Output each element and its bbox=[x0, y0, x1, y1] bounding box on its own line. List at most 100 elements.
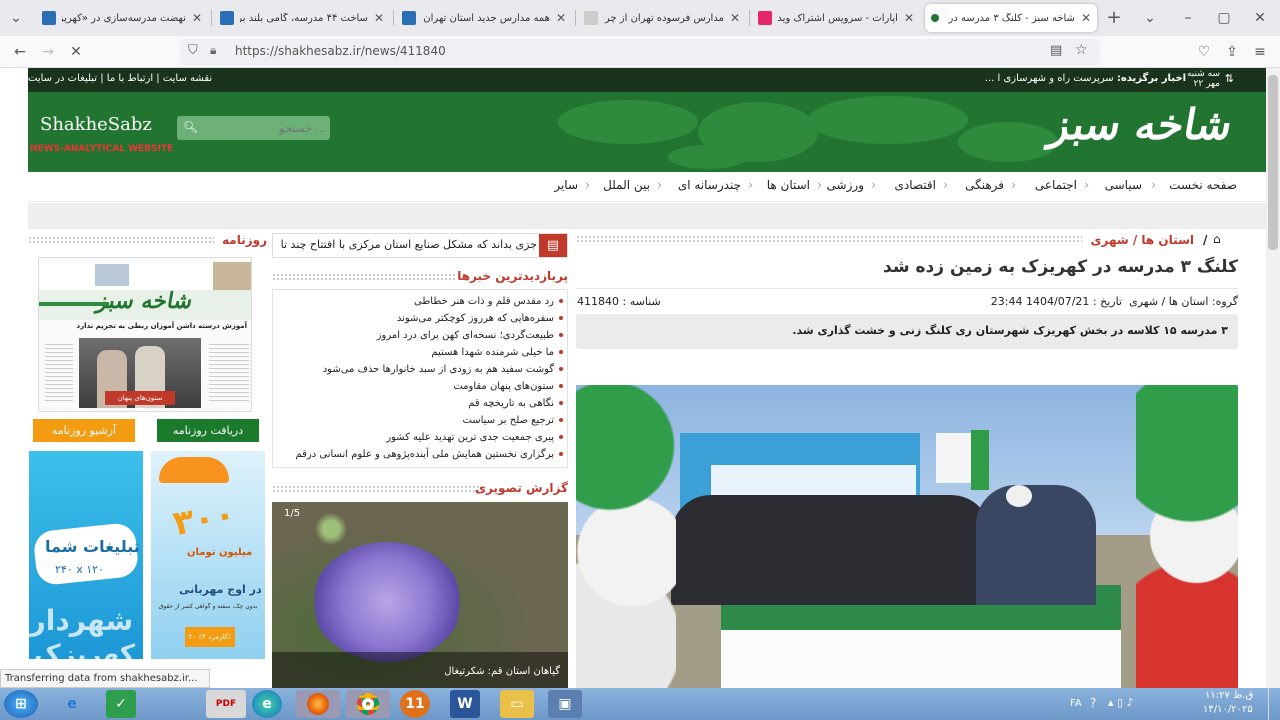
clock-time[interactable]: ق.ظ ۱۱:۲۷ bbox=[1205, 690, 1253, 701]
app-11-icon[interactable]: 11 bbox=[400, 690, 430, 718]
most-viewed-item[interactable]: گوشت سفید هم به زودی از سبد خانوارها حذف… bbox=[323, 364, 563, 375]
firefox-icon[interactable] bbox=[296, 690, 340, 718]
divider bbox=[272, 485, 482, 493]
remote-desktop-icon[interactable]: ▣ bbox=[548, 690, 582, 718]
tab-1[interactable]: نهضت مدرسه‌سازی در «کهریزک» ✕ bbox=[36, 4, 208, 32]
most-viewed-item[interactable]: ترجیع صلح بر سیاست bbox=[462, 415, 563, 426]
chrome-icon[interactable] bbox=[346, 690, 390, 718]
most-viewed-item[interactable]: سفره‌هایی که هرروز کوچکتر می‌شوند bbox=[397, 313, 563, 324]
show-desktop-button[interactable] bbox=[1268, 688, 1280, 720]
word-icon[interactable]: W bbox=[450, 690, 480, 718]
most-viewed-item[interactable]: نگاهی به تاریخچه قم bbox=[468, 398, 563, 409]
url-text[interactable]: https://shakhesabz.ir/news/411840 bbox=[235, 44, 446, 58]
close-tab-icon[interactable]: ✕ bbox=[904, 11, 914, 25]
tab-3[interactable]: همه مدارس جدید استان تهران با پنل ✕ bbox=[396, 4, 572, 32]
most-viewed-item[interactable]: ستون‌های پنهان مقاومت bbox=[453, 381, 563, 392]
site-favicon-icon bbox=[220, 11, 234, 25]
bookmark-star-icon[interactable]: ☆ bbox=[1075, 42, 1088, 58]
nav-other[interactable]: سایر bbox=[554, 178, 578, 192]
gallery-caption[interactable]: گیاهان استان قم: شکرتیغال bbox=[444, 666, 560, 677]
most-viewed-item[interactable]: پیری جمعیت جدی ترین تهدید علیه کشور bbox=[386, 432, 563, 443]
clock-date[interactable]: ۱۴/۱۰/۲۰۲۵ bbox=[1203, 704, 1253, 715]
ad-badge: کارمزد ۴٪ ۲۰٪ bbox=[185, 627, 235, 647]
tray-icons[interactable]: ▴ ▯ ♪ bbox=[1108, 696, 1134, 709]
search-icon[interactable]: 🔍︎ bbox=[183, 120, 198, 134]
newspaper-title: روزنامه bbox=[222, 233, 267, 247]
tab-list-icon[interactable]: ⌄ bbox=[6, 8, 26, 28]
tab-title: نهضت مدرسه‌سازی در «کهریزک» bbox=[62, 12, 186, 24]
close-tab-icon[interactable]: ✕ bbox=[556, 11, 566, 25]
tab-title: ساخت ۴۴ مدرسه، گامی بلند برای bbox=[240, 12, 368, 24]
top-links[interactable]: نقشه سایت | ارتباط با ما | تبلیغات در سا… bbox=[28, 73, 212, 84]
most-viewed-item[interactable]: رد مقدس قلم و ذات هنر خطاطی bbox=[414, 296, 563, 307]
newspaper-front-page[interactable]: شاخه سبز آموزش درسته داشن آموزان ربطی به… bbox=[38, 257, 252, 412]
grey-band bbox=[28, 203, 1266, 229]
most-viewed-item[interactable]: برگزاری نخستین همایش ملی آینده‌پژوهی و ع… bbox=[295, 449, 563, 460]
nav-multimedia[interactable]: چندرسانه ای bbox=[678, 178, 741, 192]
headline-ticker[interactable]: اخبار برگزیده: سرپرست راه و شهرسازی ا ..… bbox=[985, 73, 1186, 84]
forward-icon[interactable]: → bbox=[38, 42, 58, 62]
close-tab-icon[interactable]: ✕ bbox=[192, 11, 202, 25]
home-icon[interactable]: ⌂ bbox=[1213, 232, 1221, 246]
url-host: https://shakhesabz.ir bbox=[235, 44, 361, 58]
shield-icon[interactable]: ⛉ bbox=[188, 43, 198, 58]
ticker-label: اخبار برگزیده: bbox=[1116, 73, 1186, 84]
divider bbox=[576, 235, 1082, 243]
search-box[interactable]: 🔍︎ bbox=[177, 116, 330, 140]
tab-6-active[interactable]: شاخه سبز - کلنگ ۳ مدرسه در کهر ✕ bbox=[925, 4, 1097, 32]
language-indicator[interactable]: FA bbox=[1070, 698, 1082, 709]
nav-social[interactable]: اجتماعی bbox=[1035, 178, 1077, 192]
menu-icon[interactable]: ≡ bbox=[1250, 42, 1270, 62]
close-window-icon[interactable]: ✕ bbox=[1250, 8, 1270, 28]
lock-icon[interactable]: 🔒︎ bbox=[210, 43, 216, 58]
tab-title: مدارس فرسوده تهران از چرخه آموز bbox=[604, 12, 724, 24]
ticker-text[interactable]: جزی بداند که مشکل صنایع استان مرکزی با ا… bbox=[277, 238, 537, 251]
defender-icon[interactable]: ✓ bbox=[106, 690, 136, 718]
edge-icon[interactable]: e bbox=[252, 690, 282, 718]
help-icon[interactable]: ? bbox=[1090, 696, 1096, 710]
news-ticker[interactable]: جزی بداند که مشکل صنایع استان مرکزی با ا… bbox=[272, 233, 568, 258]
ad-subtitle: در اوج مهربانی bbox=[179, 583, 262, 596]
minimize-icon[interactable]: – bbox=[1178, 8, 1198, 28]
reader-view-icon[interactable]: ▤ bbox=[1050, 43, 1062, 58]
tab-5[interactable]: آپارات - سرویس اشتراک ویدیو ✕ bbox=[752, 4, 920, 32]
new-tab-button[interactable]: + bbox=[1104, 8, 1124, 28]
tab-4[interactable]: مدارس فرسوده تهران از چرخه آموز ✕ bbox=[578, 4, 746, 32]
most-viewed-item[interactable]: طبیعت‌گردی؛ نسخه‌ای کهن برای درد امروز bbox=[377, 330, 563, 341]
site-logo[interactable]: شاخه سبز bbox=[1046, 100, 1237, 149]
nav-politics[interactable]: سیاسی bbox=[1105, 178, 1142, 192]
tab-overflow-icon[interactable]: ⌄ bbox=[1140, 8, 1160, 28]
brand-english[interactable]: ShakheSabz bbox=[40, 114, 152, 135]
maximize-icon[interactable]: ▢ bbox=[1214, 8, 1234, 28]
article-group: گروه: استان ها / شهری bbox=[1129, 295, 1238, 308]
explorer-icon[interactable]: ▭ bbox=[500, 690, 534, 718]
nav-sports[interactable]: ورزشی bbox=[827, 178, 864, 192]
nav-culture[interactable]: فرهنگی bbox=[965, 178, 1004, 192]
newspaper-archive-button[interactable]: آرشیو روزنامه bbox=[33, 419, 135, 442]
start-button[interactable]: ⊞ bbox=[4, 690, 38, 718]
search-input[interactable] bbox=[201, 118, 326, 138]
pocket-icon[interactable]: ♡ bbox=[1194, 42, 1214, 62]
tab-2[interactable]: ساخت ۴۴ مدرسه، گامی بلند برای ✕ bbox=[214, 4, 390, 32]
gallery-slider[interactable]: 1/5 گیاهان استان قم: شکرتیغال bbox=[272, 502, 568, 688]
address-bar[interactable]: ⛉ 🔒︎ https://shakhesabz.ir/news/411840 ▤… bbox=[180, 39, 1100, 65]
browser-toolbar: ← → ✕ ⛉ 🔒︎ https://shakhesabz.ir/news/41… bbox=[0, 36, 1280, 68]
back-icon[interactable]: ← bbox=[10, 42, 30, 62]
site-header: ShakheSabz NEWS-ANALYTICAL WEBSITE 🔍︎ شا… bbox=[28, 92, 1266, 172]
ad-loan[interactable]: ۳۰۰ میلیون تومان در اوج مهربانی بدون چک،… bbox=[151, 451, 265, 659]
nav-international[interactable]: بین الملل bbox=[603, 178, 650, 192]
receive-newspaper-button[interactable]: دریافت روزنامه bbox=[157, 419, 259, 442]
nav-home[interactable]: صفحه نخست bbox=[1169, 178, 1237, 192]
pdf-icon[interactable]: PDF bbox=[206, 690, 246, 718]
nav-economy[interactable]: اقتصادی bbox=[895, 178, 937, 192]
nav-provinces[interactable]: استان ها bbox=[767, 178, 810, 192]
breadcrumb[interactable]: استان ها / شهری bbox=[1091, 233, 1195, 247]
close-tab-icon[interactable]: ✕ bbox=[1081, 11, 1091, 25]
most-viewed-item[interactable]: ما خیلی شرمنده شهدا هستیم bbox=[431, 347, 563, 358]
close-tab-icon[interactable]: ✕ bbox=[374, 11, 384, 25]
scrollbar-thumb[interactable] bbox=[1268, 75, 1278, 250]
stop-loading-icon[interactable]: ✕ bbox=[66, 42, 86, 62]
extensions-icon[interactable]: ⇪ bbox=[1222, 42, 1242, 62]
ie-icon[interactable]: e bbox=[52, 690, 92, 718]
close-tab-icon[interactable]: ✕ bbox=[730, 11, 740, 25]
